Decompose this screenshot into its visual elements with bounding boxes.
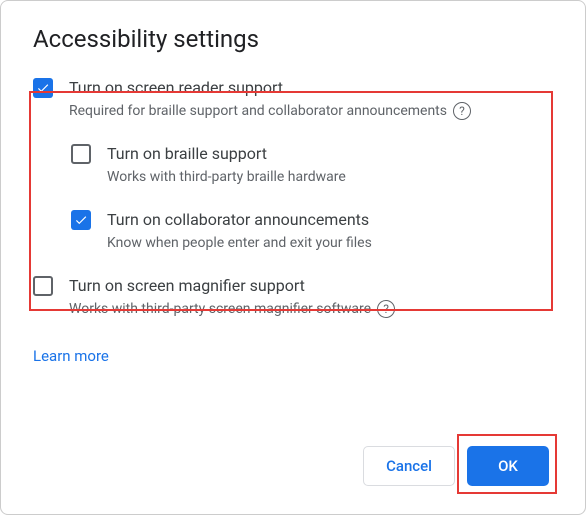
- desc-text: Works with third-party braille hardware: [107, 167, 346, 187]
- options-block: Turn on screen reader support Required f…: [33, 77, 553, 319]
- desc-text: Required for braille support and collabo…: [69, 101, 447, 121]
- label-text: Turn on collaborator announcements: [107, 209, 369, 231]
- checkmark-icon: [36, 81, 50, 95]
- option-collab: Turn on collaborator announcements Know …: [71, 209, 553, 253]
- checkmark-icon: [74, 213, 88, 227]
- checkbox-screen-reader[interactable]: [33, 78, 53, 98]
- option-text: Turn on screen magnifier support Works w…: [69, 275, 395, 319]
- accessibility-settings-dialog: Accessibility settings Turn on screen re…: [0, 0, 586, 515]
- label-text: Turn on screen reader support: [69, 77, 283, 99]
- label-text: Turn on braille support: [107, 143, 267, 165]
- option-braille: Turn on braille support Works with third…: [71, 143, 553, 187]
- checkbox-braille[interactable]: [71, 144, 91, 164]
- option-desc: Works with third-party screen magnifier …: [69, 299, 395, 319]
- option-desc: Know when people enter and exit your fil…: [107, 233, 372, 253]
- option-label: Turn on screen reader support: [69, 77, 471, 99]
- checkbox-magnifier[interactable]: [33, 276, 53, 296]
- help-icon[interactable]: ?: [377, 300, 395, 318]
- cancel-button[interactable]: Cancel: [363, 446, 455, 486]
- label-text: Turn on screen magnifier support: [69, 275, 305, 297]
- option-text: Turn on screen reader support Required f…: [69, 77, 471, 121]
- option-desc: Works with third-party braille hardware: [107, 167, 346, 187]
- option-magnifier: Turn on screen magnifier support Works w…: [33, 275, 553, 319]
- help-icon[interactable]: ?: [453, 102, 471, 120]
- desc-text: Know when people enter and exit your fil…: [107, 233, 372, 253]
- option-label: Turn on screen magnifier support: [69, 275, 395, 297]
- option-desc: Required for braille support and collabo…: [69, 101, 471, 121]
- checkbox-collab[interactable]: [71, 210, 91, 230]
- desc-text: Works with third-party screen magnifier …: [69, 299, 371, 319]
- option-label: Turn on collaborator announcements: [107, 209, 372, 231]
- option-text: Turn on collaborator announcements Know …: [107, 209, 372, 253]
- dialog-footer: Cancel OK: [363, 446, 549, 486]
- learn-more-link[interactable]: Learn more: [33, 347, 109, 365]
- option-text: Turn on braille support Works with third…: [107, 143, 346, 187]
- option-screen-reader: Turn on screen reader support Required f…: [33, 77, 553, 121]
- dialog-title: Accessibility settings: [33, 25, 553, 53]
- ok-button[interactable]: OK: [467, 446, 549, 486]
- option-label: Turn on braille support: [107, 143, 346, 165]
